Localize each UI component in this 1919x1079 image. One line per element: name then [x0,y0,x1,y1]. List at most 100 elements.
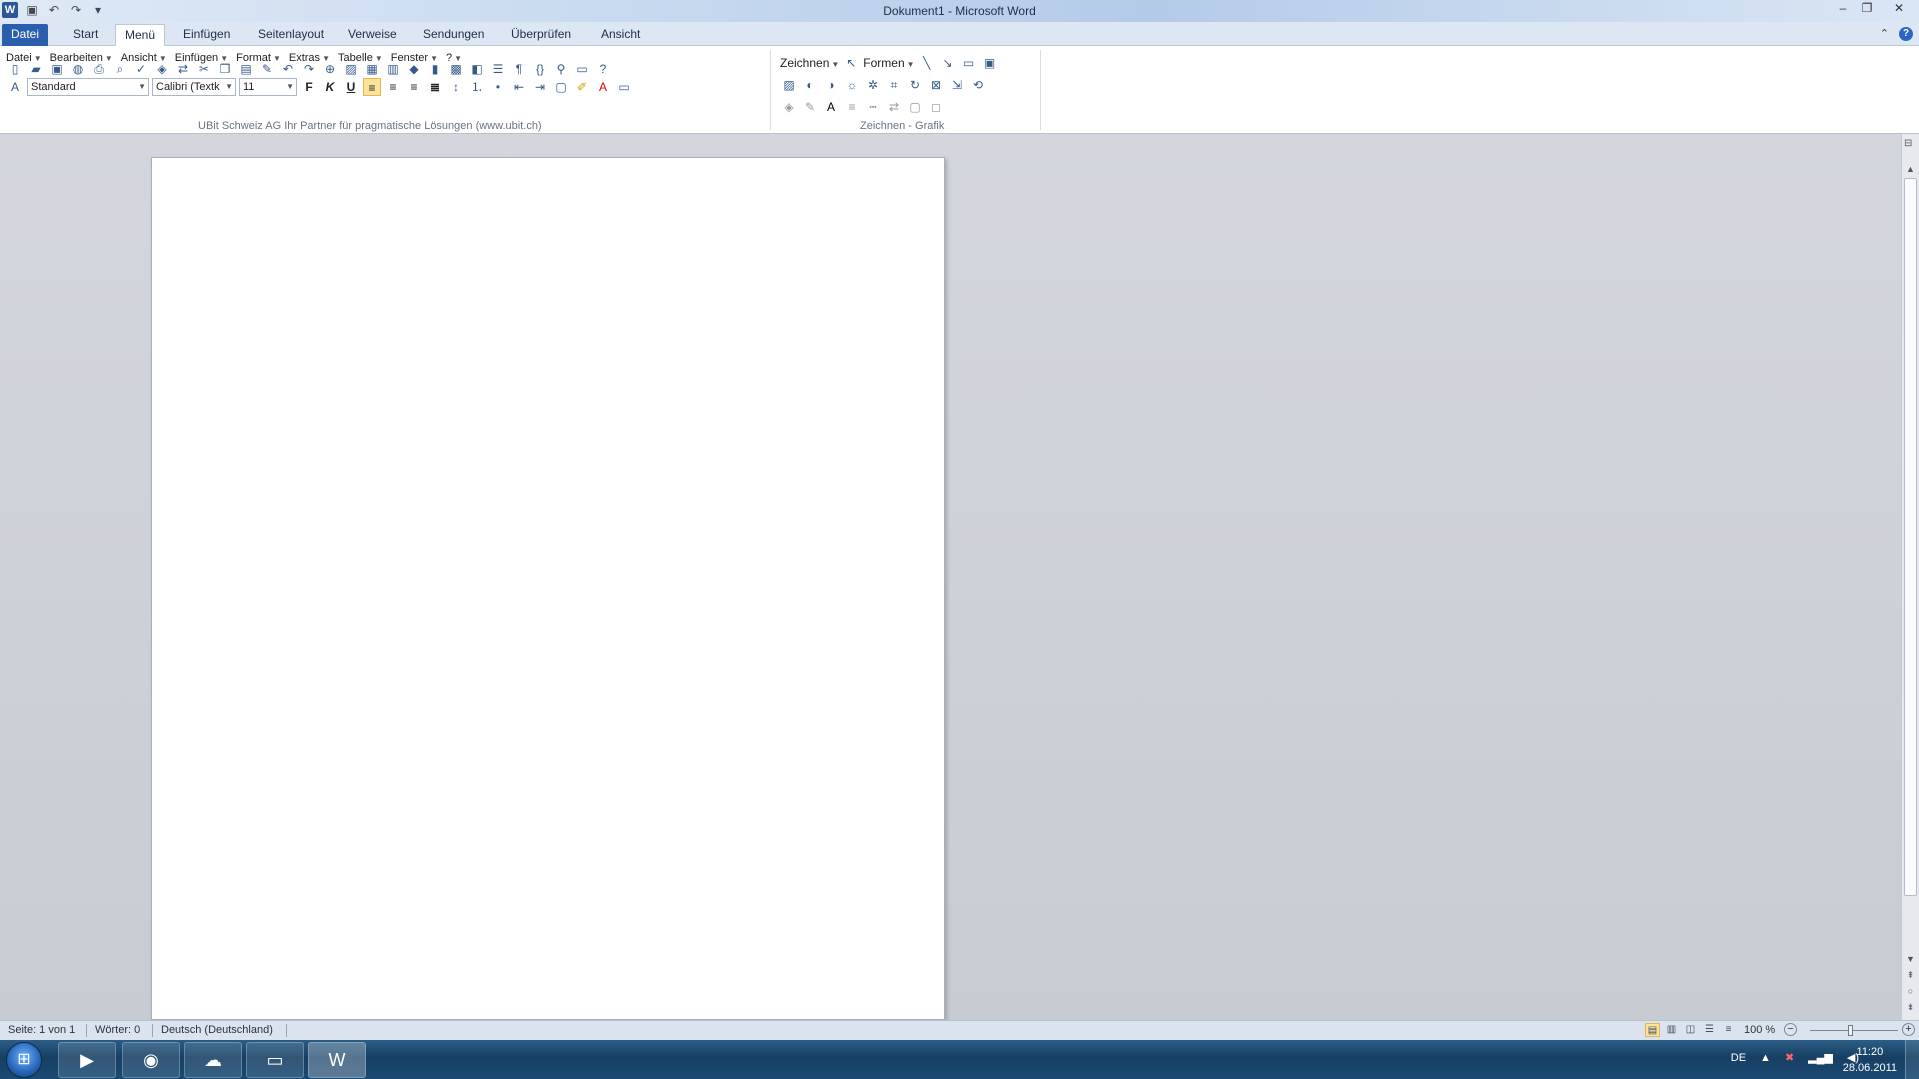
show-desktop-button[interactable] [1905,1040,1919,1079]
cut-icon[interactable]: ✂ [195,60,213,78]
menu-zeichnen[interactable]: Zeichnen ▼ [780,56,839,70]
styles-icon[interactable]: A [6,78,24,96]
input-language[interactable]: DE [1731,1052,1746,1064]
borders-icon[interactable]: ▢ [552,78,570,96]
tab-verweise[interactable]: Verweise [339,24,406,46]
translate-icon[interactable]: ⇄ [174,60,192,78]
insert-table-icon[interactable]: ▦ [363,60,381,78]
underline-button[interactable]: U [342,78,360,96]
numbering-icon[interactable]: ⒈ [468,78,486,96]
excel-table-icon[interactable]: ▩ [447,60,465,78]
compress-icon[interactable]: ⊠ [927,76,945,94]
document-map-icon[interactable]: ☰ [489,60,507,78]
hyperlink-icon[interactable]: ⊕ [321,60,339,78]
italic-button[interactable]: K [321,78,339,96]
highlight-icon[interactable]: ✐ [573,78,591,96]
zoom-level[interactable]: 100 % [1744,1024,1775,1036]
tab-einfuegen[interactable]: Einfügen [174,24,239,46]
tab-start[interactable]: Start [64,24,107,46]
bullets-icon[interactable]: • [489,78,507,96]
word-count[interactable]: Wörter: 0 [95,1024,140,1036]
align-right-button[interactable]: ≡ [405,78,423,96]
scroll-down-icon[interactable]: ▼ [1904,954,1917,964]
line-style-icon[interactable]: ≡ [843,98,861,116]
show-formatting-icon[interactable]: ¶ [510,60,528,78]
print-layout-view-icon[interactable]: ▤ [1645,1023,1660,1037]
contrast-down-icon[interactable]: ◑ [822,76,840,94]
redo-icon[interactable]: ↷ [300,60,318,78]
word-taskbar-icon[interactable]: W [308,1042,366,1078]
rotate-icon[interactable]: ↻ [906,76,924,94]
web-layout-view-icon[interactable]: ◫ [1683,1023,1698,1037]
brightness-down-icon[interactable]: ✲ [864,76,882,94]
brightness-up-icon[interactable]: ☼ [843,76,861,94]
shadow-icon[interactable]: ▢ [906,98,924,116]
reading-icon[interactable]: ▭ [615,78,633,96]
new-document-icon[interactable]: ▯ [6,60,24,78]
paste-icon[interactable]: ▤ [237,60,255,78]
start-button[interactable]: ⊞ [6,1042,42,1078]
save-icon[interactable]: ▣ [48,60,66,78]
clock[interactable]: 11:20 28.06.2011 [1843,1044,1897,1076]
align-left-button[interactable]: ≡ [363,78,381,96]
help-icon[interactable]: ? [594,60,612,78]
tab-ueberpruefen[interactable]: Überprüfen [502,24,580,46]
network-icon[interactable]: ▂▄▆ [1808,1051,1833,1064]
next-page-icon[interactable]: ⇟ [1904,1002,1917,1013]
scrollbar-thumb[interactable] [1904,178,1917,896]
bold-button[interactable]: F [300,78,318,96]
line-color-icon[interactable]: ✎ [801,98,819,116]
outline-view-icon[interactable]: ☰ [1702,1023,1717,1037]
textbox-icon[interactable]: ▭ [960,54,978,72]
tab-seitenlayout[interactable]: Seitenlayout [249,24,333,46]
fill-color-icon[interactable]: ◈ [780,98,798,116]
tab-sendungen[interactable]: Sendungen [414,24,493,46]
full-screen-reading-view-icon[interactable]: ▥ [1664,1023,1679,1037]
browse-object-icon[interactable]: ○ [1904,986,1917,996]
insert-picture-icon[interactable]: ▨ [342,60,360,78]
zoom-in-button[interactable]: + [1902,1023,1915,1036]
text-wrap-icon[interactable]: ⇲ [948,76,966,94]
align-center-button[interactable]: ≡ [384,78,402,96]
ruler-toggle-icon[interactable]: ⊟ [1904,138,1912,149]
line-spacing-icon[interactable]: ↕ [447,78,465,96]
close-button[interactable]: ✕ [1879,0,1919,18]
undo-icon[interactable]: ↶ [279,60,297,78]
drawing-icon[interactable]: ◆ [405,60,423,78]
security-icon[interactable]: ✖ [1785,1051,1794,1064]
arrow-style-icon[interactable]: ⇄ [885,98,903,116]
vertical-scrollbar[interactable]: ⊟ ▲ ▼ ⇞ ○ ⇟ [1901,134,1919,1020]
shapes-icon[interactable]: ◧ [468,60,486,78]
font-color-icon[interactable]: A [594,78,612,96]
decrease-indent-icon[interactable]: ⇤ [510,78,528,96]
line-icon[interactable]: ╲ [918,54,936,72]
document-page[interactable] [151,157,945,1020]
font-size-select[interactable]: 11 ▼ [239,78,297,96]
zoom-slider-track[interactable] [1810,1030,1898,1031]
field-codes-icon[interactable]: {} [531,60,549,78]
show-hidden-icons-icon[interactable]: ▲ [1760,1052,1771,1064]
open-icon[interactable]: ▰ [27,60,45,78]
zoom-slider-thumb[interactable] [1848,1025,1853,1036]
minimize-button[interactable]: – [1831,0,1855,18]
media-player-icon[interactable]: ▶ [58,1042,116,1078]
network-app-icon[interactable]: ☁ [184,1042,242,1078]
increase-indent-icon[interactable]: ⇥ [531,78,549,96]
chart-icon[interactable]: ▮ [426,60,444,78]
maximize-button[interactable]: ❐ [1855,0,1879,18]
text-color-icon[interactable]: A [822,98,840,116]
explorer-icon[interactable]: ▭ [246,1042,304,1078]
columns-icon[interactable]: ▥ [384,60,402,78]
crop-icon[interactable]: ⌗ [885,76,903,94]
draft-view-icon[interactable]: ≡ [1721,1023,1736,1037]
picture-icon[interactable]: ▣ [981,54,999,72]
reading-mode-icon[interactable]: ▭ [573,60,591,78]
reset-picture-icon[interactable]: ⟲ [969,76,987,94]
arrow-icon[interactable]: ↘ [939,54,957,72]
print-icon[interactable]: ⎙ [90,60,108,78]
tab-ansicht[interactable]: Ansicht [592,24,649,46]
help-icon[interactable]: ? [1899,27,1913,41]
research-icon[interactable]: ◈ [153,60,171,78]
firefox-icon[interactable]: ◉ [122,1042,180,1078]
tab-datei[interactable]: Datei [2,24,49,46]
